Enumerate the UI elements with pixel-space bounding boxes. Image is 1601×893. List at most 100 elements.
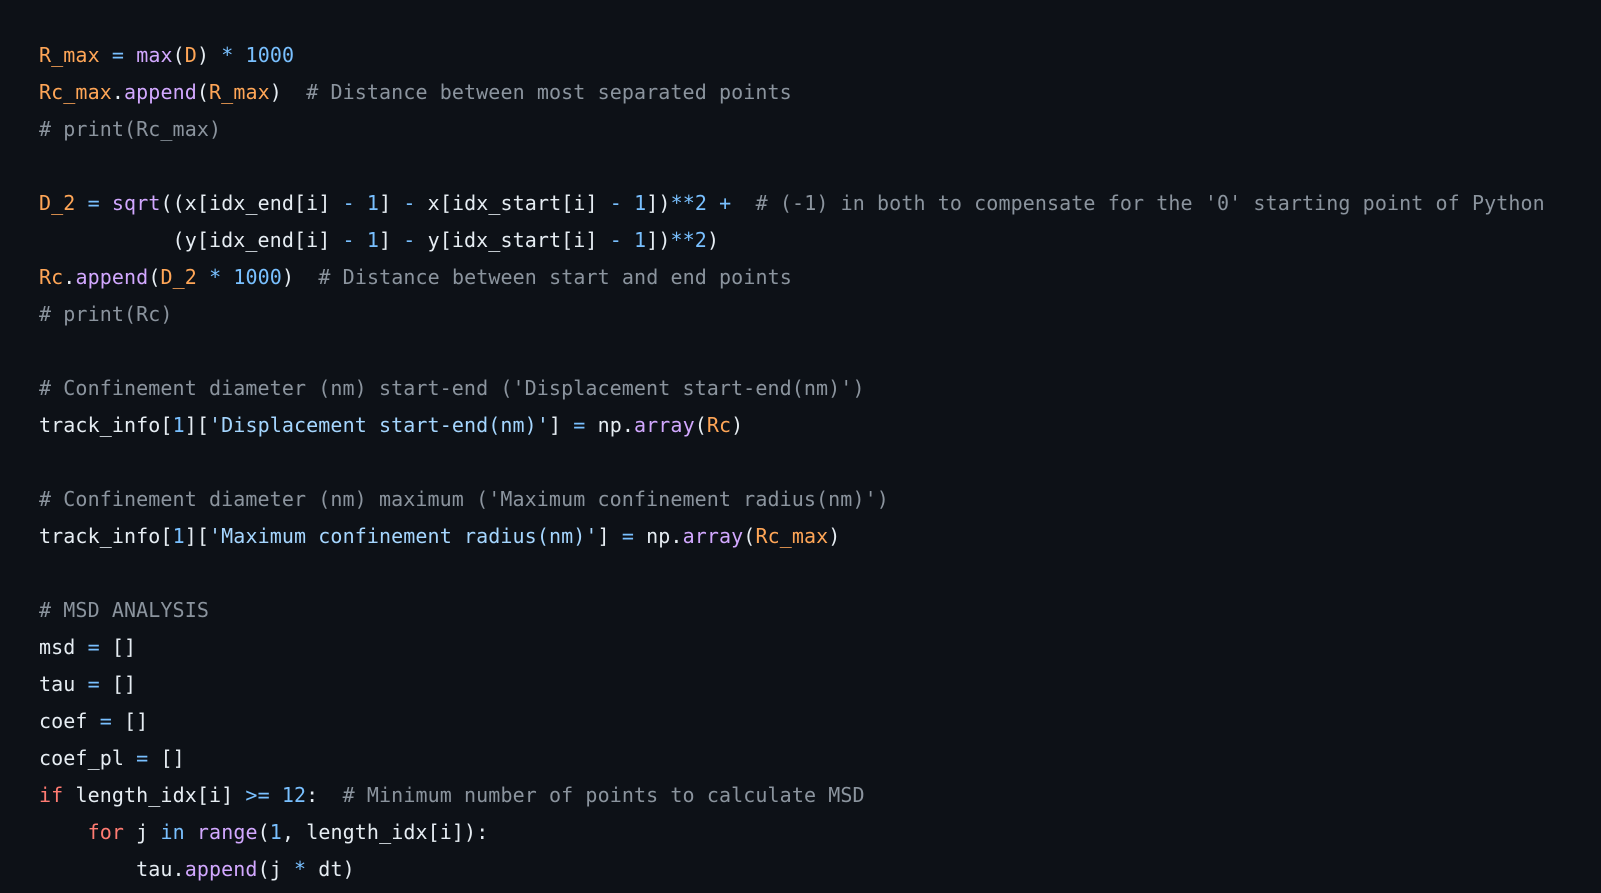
code-token-comment: # print(Rc_max) <box>39 117 222 141</box>
code-token-default: ) <box>706 228 720 252</box>
code-token-default: ][ <box>184 413 210 437</box>
code-token-number: 12 <box>281 783 307 807</box>
code-token-default: track_info[ <box>39 413 173 437</box>
code-token-default: coef_pl <box>39 746 137 770</box>
code-token-default <box>100 191 112 215</box>
code-token-number: 1 <box>172 413 185 437</box>
code-token-variable: Rc <box>706 413 732 437</box>
code-token-operator: = <box>87 191 100 215</box>
code-editor[interactable]: R_max = max(D) * 1000 Rc_max.append(R_max… <box>0 0 1601 893</box>
code-token-number: 1 <box>366 228 379 252</box>
code-line: msd = [] <box>39 629 1601 666</box>
code-token-default: (y[idx_end[i] <box>39 228 343 252</box>
code-token-default: . <box>111 80 125 104</box>
code-token-operator: - <box>342 228 355 252</box>
code-token-operator: = <box>99 709 112 733</box>
code-token-default: : <box>306 783 343 807</box>
code-line: # Confinement diameter (nm) maximum ('Ma… <box>39 481 1601 518</box>
code-token-default: ) <box>828 524 841 548</box>
code-token-default <box>731 191 755 215</box>
code-line: Rc.append(D_2 * 1000) # Distance between… <box>39 259 1601 296</box>
code-token-number: 2 <box>694 191 708 215</box>
code-block[interactable]: R_max = max(D) * 1000 Rc_max.append(R_max… <box>39 37 1601 888</box>
code-token-default <box>39 820 88 844</box>
code-token-operator: - <box>403 191 416 215</box>
code-line: # print(Rc) <box>39 296 1601 333</box>
code-token-function: array <box>634 413 695 437</box>
code-token-comment: # Confinement diameter (nm) start-end ('… <box>39 376 865 400</box>
code-token-operator: ** <box>670 191 695 215</box>
code-token-default: ) <box>281 265 319 289</box>
code-line: Rc_max.append(R_max) # Distance between … <box>39 74 1601 111</box>
code-token-function: sqrt <box>111 191 161 215</box>
code-line: track_info[1]['Maximum confinement radiu… <box>39 518 1601 555</box>
code-token-default: [] <box>99 672 137 696</box>
code-line: # Confinement diameter (nm) start-end ('… <box>39 370 1601 407</box>
code-token-keyword: for <box>87 820 125 844</box>
code-token-default: [] <box>111 709 149 733</box>
code-token-variable: Rc_max <box>39 80 112 104</box>
code-token-number: 1 <box>366 191 380 215</box>
code-token-default: msd <box>39 635 88 659</box>
code-token-default: np. <box>633 524 683 548</box>
code-token-default <box>707 191 719 215</box>
code-token-comment: # (-1) in both to compensate for the '0'… <box>755 191 1545 215</box>
code-token-comment: # print(Rc) <box>39 302 173 326</box>
code-token-default: [] <box>99 635 137 659</box>
code-token-number: 1 <box>269 820 282 844</box>
code-token-default: ] <box>379 228 404 252</box>
code-token-operator: - <box>403 228 416 252</box>
code-token-variable: R_max <box>209 80 270 104</box>
code-token-number: 1000 <box>233 265 282 289</box>
code-token-operator: = <box>136 746 149 770</box>
code-token-default: ( <box>172 43 185 67</box>
code-token-default <box>185 820 197 844</box>
code-token-number: 1 <box>634 191 647 215</box>
code-token-default: ]) <box>646 191 671 215</box>
code-token-default <box>622 228 634 252</box>
code-token-default <box>221 265 233 289</box>
code-token-operator: = <box>87 672 100 696</box>
code-token-default: ) <box>196 43 222 67</box>
code-token-default: ( <box>743 524 756 548</box>
code-line: tau.append(j * dt) <box>39 851 1601 888</box>
code-token-default: (j <box>257 857 294 881</box>
code-token-operator: ** <box>670 228 695 252</box>
code-token-operator: * <box>209 265 222 289</box>
code-token-comment: # Confinement diameter (nm) maximum ('Ma… <box>39 487 889 511</box>
code-token-default: tau <box>39 672 88 696</box>
code-token-string: 'Displacement start-end(nm)' <box>209 413 549 437</box>
code-token-operator: - <box>609 228 622 252</box>
code-token-default <box>270 783 282 807</box>
code-token-number: 1 <box>634 228 647 252</box>
code-token-default <box>75 191 87 215</box>
code-token-default: y[idx_start[i] <box>415 228 610 252</box>
code-token-keyword: if <box>39 783 64 807</box>
code-token-operator: = <box>111 43 125 67</box>
code-token-operator: - <box>609 191 622 215</box>
code-token-function: array <box>682 524 744 548</box>
code-token-default <box>124 43 136 67</box>
code-token-number: 1 <box>172 524 185 548</box>
code-token-default: coef <box>39 709 100 733</box>
code-token-default <box>355 191 367 215</box>
code-token-default: ] <box>379 191 404 215</box>
code-line: # MSD ANALYSIS <box>39 592 1601 629</box>
code-token-operator: * <box>294 857 307 881</box>
code-token-operator: = <box>573 413 586 437</box>
code-line: (y[idx_end[i] - 1] - y[idx_start[i] - 1]… <box>39 222 1601 259</box>
code-token-default: ( <box>694 413 707 437</box>
code-token-default: ( <box>257 820 270 844</box>
code-line: D_2 = sqrt((x[idx_end[i] - 1] - x[idx_st… <box>39 185 1601 222</box>
code-token-default: ( <box>148 265 161 289</box>
code-token-comment: # Minimum number of points to calculate … <box>342 783 865 807</box>
code-token-operator: = <box>621 524 634 548</box>
code-token-function: range <box>196 820 258 844</box>
code-line: if length_idx[i] >= 12: # Minimum number… <box>39 777 1601 814</box>
code-token-string: 'Maximum confinement radius(nm)' <box>209 524 598 548</box>
code-line: tau = [] <box>39 666 1601 703</box>
code-line: R_max = max(D) * 1000 <box>39 37 1601 74</box>
code-token-operator: * <box>221 43 234 67</box>
code-line: track_info[1]['Displacement start-end(nm… <box>39 407 1601 444</box>
